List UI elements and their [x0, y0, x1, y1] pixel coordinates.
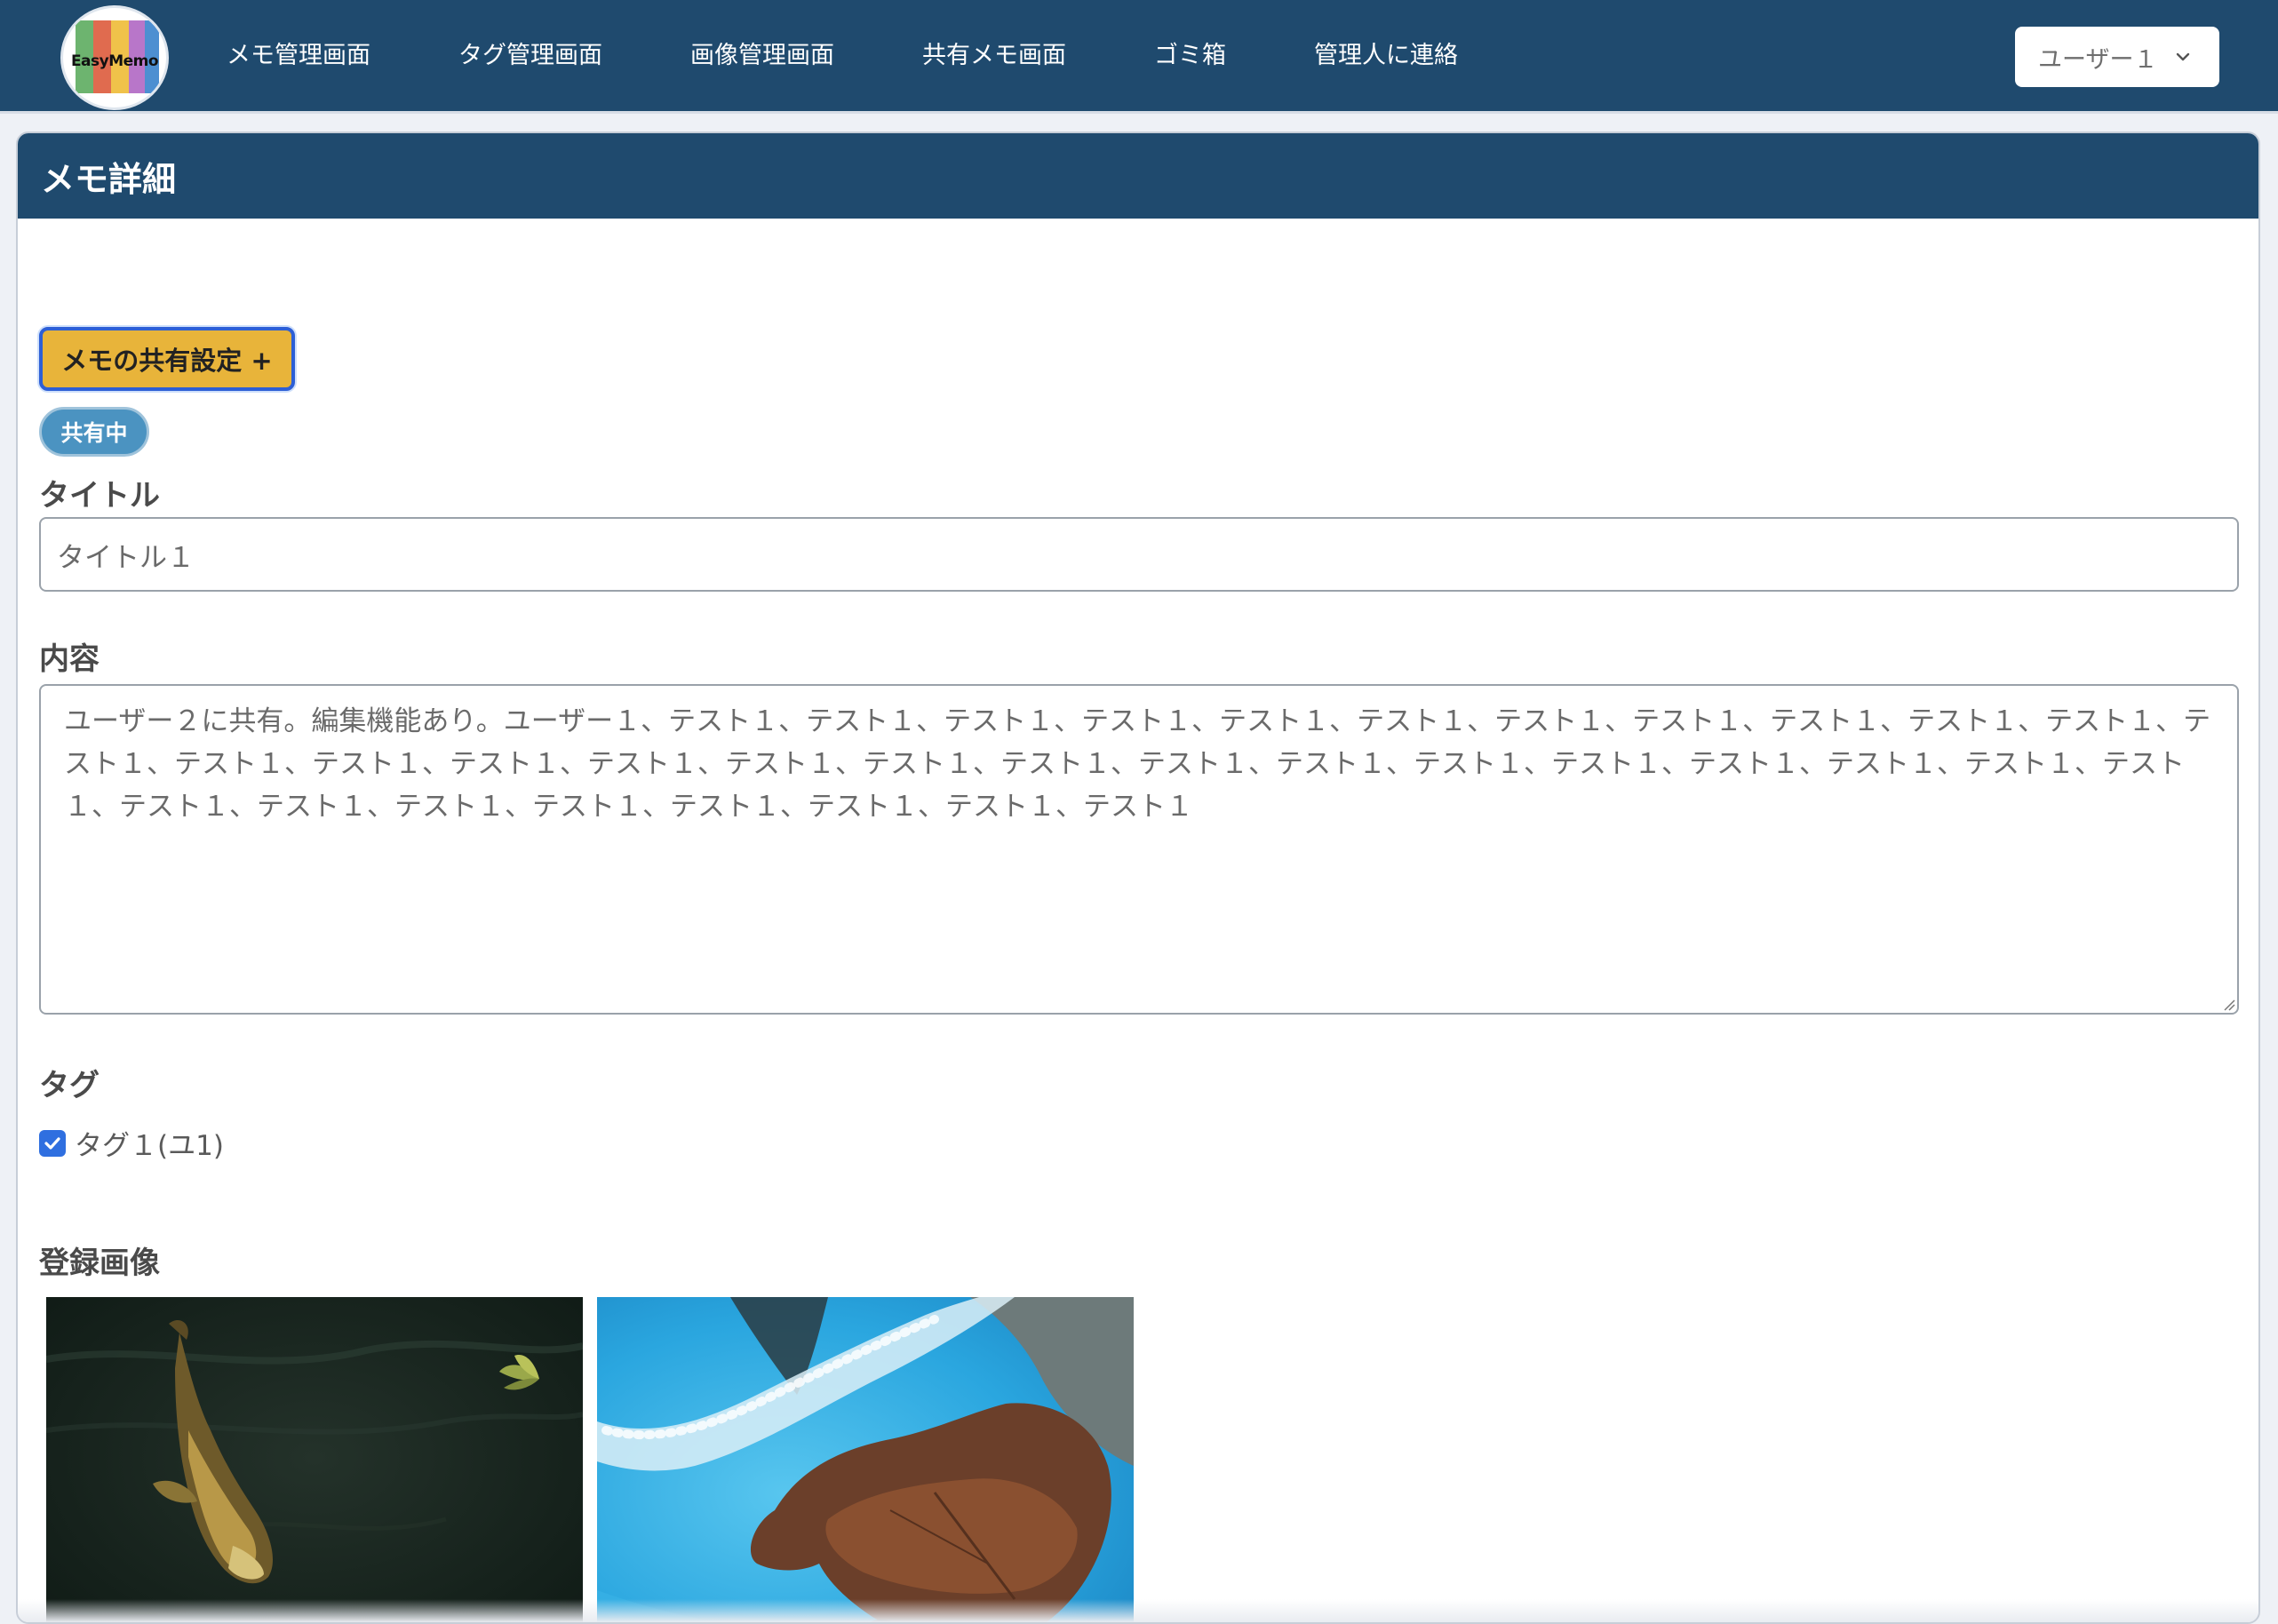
content-textarea[interactable]: ユーザー２に共有。編集機能あり。ユーザー１、テスト１、テスト１、テスト１、テスト… [39, 684, 2239, 1015]
shared-status-badge: 共有中 [39, 407, 149, 457]
user-menu-dropdown[interactable]: ユーザー１ [2015, 27, 2219, 87]
top-navbar: EasyMemo メモ管理画面 タグ管理画面 画像管理画面 共有メモ画面 ゴミ箱… [0, 0, 2278, 114]
content-text: ユーザー２に共有。編集機能あり。ユーザー１、テスト１、テスト１、テスト１、テスト… [64, 705, 2211, 823]
share-settings-button[interactable]: メモの共有設定 + [39, 327, 295, 391]
content-label: 内容 [39, 641, 100, 677]
user-menu-label: ユーザー１ [2038, 45, 2158, 74]
tag-checkbox[interactable] [39, 1129, 66, 1157]
easymemo-logo[interactable]: EasyMemo [60, 5, 169, 110]
logo-text: EasyMemo [70, 52, 159, 70]
registered-images-grid [46, 1297, 1148, 1622]
nav-link-trash[interactable]: ゴミ箱 [1154, 44, 1226, 68]
fish-in-blue-tub-image[interactable] [597, 1297, 1134, 1622]
checkmark-icon [44, 1136, 60, 1150]
tag-item[interactable]: タグ１(ユ1) [39, 1123, 224, 1163]
card-header: メモ詳細 [18, 133, 2258, 219]
chevron-down-icon [2176, 52, 2190, 61]
page-title: メモ詳細 [41, 159, 177, 199]
tag-item-label: タグ１(ユ1) [75, 1130, 224, 1162]
koi-fish-image[interactable] [46, 1297, 583, 1622]
nav-links: メモ管理画面 タグ管理画面 画像管理画面 共有メモ画面 ゴミ箱 管理人に連絡 [227, 0, 1546, 110]
title-label: タイトル [39, 478, 160, 513]
nav-link-contact-admin[interactable]: 管理人に連絡 [1314, 44, 1458, 68]
memo-detail-card: メモ詳細 メモの共有設定 + 共有中 タイトル 内容 ユーザー２に共有。編集機能… [16, 131, 2260, 1624]
nav-link-memo-management[interactable]: メモ管理画面 [227, 44, 370, 68]
nav-link-tag-management[interactable]: タグ管理画面 [458, 44, 602, 68]
images-label: 登録画像 [39, 1246, 160, 1281]
nav-link-shared-memo[interactable]: 共有メモ画面 [922, 44, 1066, 68]
resize-grip-icon[interactable] [2221, 997, 2235, 1011]
tag-label: タグ [39, 1068, 100, 1103]
nav-link-image-management[interactable]: 画像管理画面 [690, 44, 834, 68]
title-input[interactable] [39, 517, 2239, 592]
bottom-scroll-fade [18, 1599, 2258, 1622]
